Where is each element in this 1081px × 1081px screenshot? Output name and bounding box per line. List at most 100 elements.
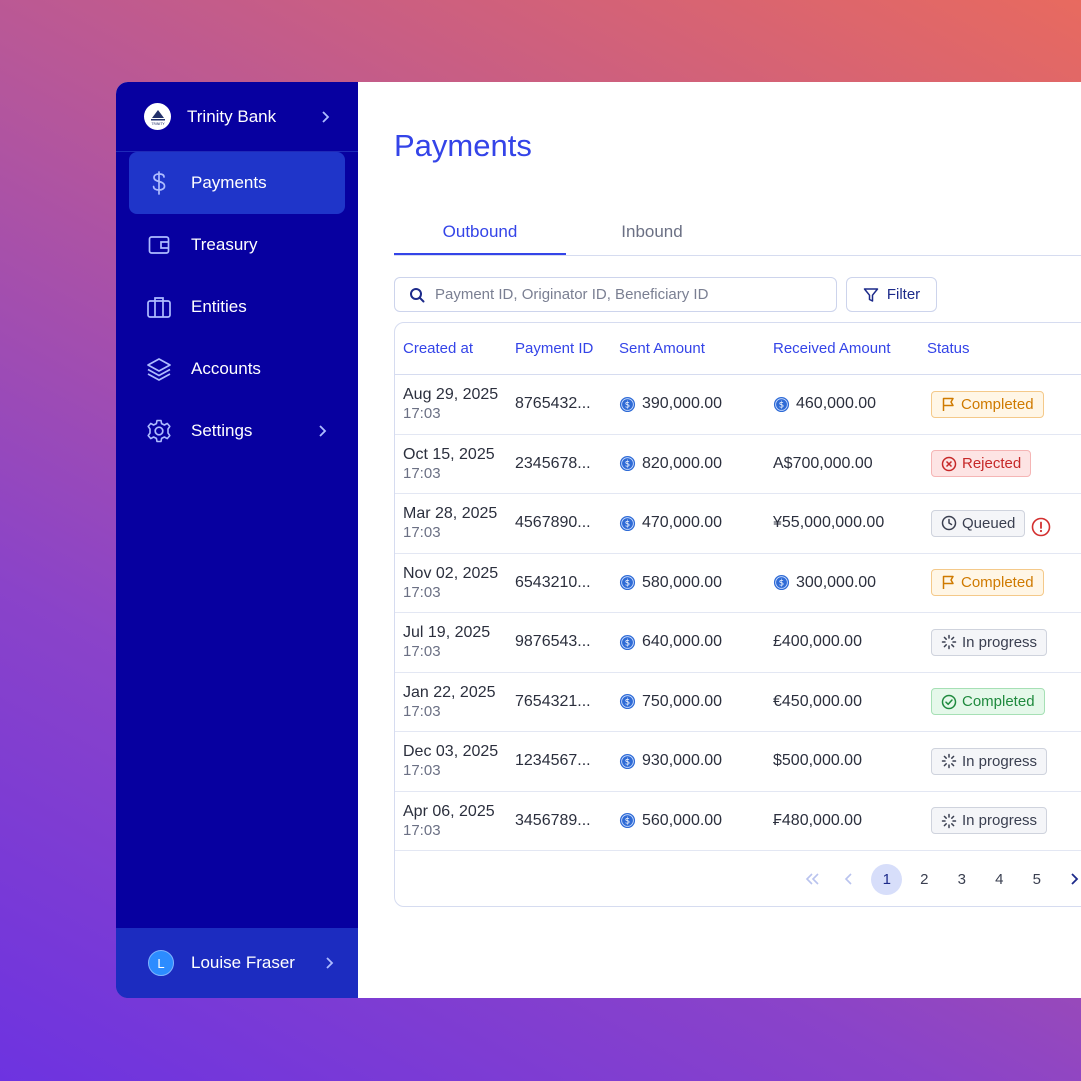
created-time: 17:03 (403, 702, 441, 720)
double-chevron-left-icon (805, 873, 819, 885)
payment-id: 8765432... (515, 395, 591, 413)
sidebar-item-payments[interactable]: Payments (129, 152, 345, 214)
status-label: In progress (962, 812, 1038, 830)
app-window: TRINITY Trinity Bank Payments Treasury E… (116, 82, 1081, 998)
status-badge: Completed (931, 569, 1044, 597)
status-label: Completed (961, 395, 1034, 413)
usdc-coin-icon: $ (773, 575, 790, 591)
status-label: Queued (962, 514, 1016, 532)
warning-icon[interactable] (1031, 517, 1051, 537)
status-label: In progress (962, 752, 1038, 770)
table-row[interactable]: Dec 03, 2025 17:03 1234567... $930,000.00… (395, 732, 1081, 792)
status-label: In progress (962, 633, 1038, 651)
created-date: Dec 03, 2025 (403, 743, 499, 761)
received-amount: 460,000.00 (796, 395, 877, 413)
svg-text:$: $ (625, 460, 630, 470)
created-date: Oct 15, 2025 (403, 445, 495, 463)
received-amount: €450,000.00 (773, 692, 862, 710)
sidebar-item-label: Accounts (191, 359, 261, 378)
search-input[interactable] (435, 286, 815, 303)
table-row[interactable]: Apr 06, 2025 17:03 3456789... $560,000.00… (395, 792, 1081, 851)
status-label: Completed (962, 693, 1035, 711)
page-title: Payments (394, 128, 532, 163)
created-date: Jan 22, 2025 (403, 683, 496, 701)
wallet-icon (145, 231, 173, 259)
page-2-button[interactable]: 2 (906, 863, 944, 895)
status-badge: Completed (931, 688, 1045, 716)
payment-id: 4567890... (515, 514, 591, 532)
svg-text:$: $ (625, 519, 630, 529)
svg-text:$: $ (625, 400, 630, 410)
usdc-coin-icon: $ (619, 575, 636, 591)
status-badge: In progress (931, 807, 1048, 835)
filter-icon (863, 287, 879, 302)
usdc-coin-icon: $ (619, 456, 636, 472)
received-amount: $500,000.00 (773, 752, 862, 770)
x-circle-icon (941, 456, 957, 471)
sent-amount: 820,000.00 (642, 454, 723, 472)
tab-outbound[interactable]: Outbound (394, 206, 566, 255)
svg-text:$: $ (779, 400, 784, 410)
user-menu[interactable]: L Louise Fraser (116, 928, 358, 998)
first-page-button[interactable] (793, 863, 831, 895)
spinner-icon (941, 635, 957, 650)
usdc-coin-icon: $ (773, 396, 790, 412)
table-row[interactable]: Oct 15, 2025 17:03 2345678... $820,000.00… (395, 435, 1081, 494)
prev-page-button[interactable] (831, 863, 869, 895)
page-4-button[interactable]: 4 (981, 863, 1019, 895)
search-icon (410, 287, 425, 302)
payment-id: 1234567... (515, 752, 591, 770)
status-badge: Rejected (931, 450, 1032, 478)
svg-text:$: $ (625, 817, 630, 827)
table-row[interactable]: Aug 29, 2025 17:03 8765432... $390,000.00… (395, 375, 1081, 435)
spinner-icon (941, 754, 957, 769)
col-status[interactable]: Status (927, 340, 1081, 357)
sent-amount: 470,000.00 (642, 514, 723, 532)
status-label: Rejected (962, 455, 1022, 473)
page-3-button[interactable]: 3 (943, 863, 981, 895)
svg-text:$: $ (625, 757, 630, 767)
table-row[interactable]: Jan 22, 2025 17:03 7654321... $750,000.00… (395, 673, 1081, 732)
org-switcher[interactable]: TRINITY Trinity Bank (116, 82, 358, 152)
col-received-amount[interactable]: Received Amount (773, 340, 927, 357)
page-5-button[interactable]: 5 (1018, 863, 1056, 895)
sidebar-item-entities[interactable]: Entities (129, 276, 345, 338)
created-time: 17:03 (403, 524, 441, 542)
sidebar-item-label: Settings (191, 421, 253, 440)
tab-inbound[interactable]: Inbound (566, 206, 738, 255)
search-box (394, 277, 837, 312)
received-amount: 300,000.00 (796, 573, 877, 591)
sidebar-item-treasury[interactable]: Treasury (129, 214, 345, 276)
table-row[interactable]: Jul 19, 2025 17:03 9876543... $640,000.00… (395, 613, 1081, 673)
status-badge: Completed (931, 390, 1044, 418)
user-name: Louise Fraser (191, 953, 295, 972)
sidebar-item-accounts[interactable]: Accounts (129, 338, 345, 400)
filter-button[interactable]: Filter (846, 277, 937, 312)
sent-amount: 560,000.00 (642, 811, 723, 829)
spinner-icon (941, 813, 957, 828)
table-row[interactable]: Nov 02, 2025 17:03 6543210... $580,000.00… (395, 554, 1081, 613)
gear-icon (145, 417, 173, 445)
received-amount: £400,000.00 (773, 633, 862, 651)
chevron-right-icon (326, 957, 334, 969)
received-amount: A$700,000.00 (773, 454, 873, 472)
sidebar-nav: Payments Treasury Entities Accounts Sett… (116, 152, 358, 462)
usdc-coin-icon: $ (619, 753, 636, 769)
received-amount: ₣480,000.00 (773, 811, 862, 829)
tabs: Outbound Inbound (394, 206, 1081, 256)
created-time: 17:03 (403, 643, 441, 661)
briefcase-icon (145, 293, 173, 321)
next-page-button[interactable] (1056, 863, 1081, 895)
table-header: Created at Payment ID Sent Amount Receiv… (395, 323, 1081, 375)
col-created-at[interactable]: Created at (395, 340, 515, 357)
usdc-coin-icon: $ (619, 515, 636, 531)
table-row[interactable]: Mar 28, 2025 17:03 4567890... $470,000.00… (395, 494, 1081, 554)
org-name: Trinity Bank (187, 106, 277, 126)
page-1-button[interactable]: 1 (868, 863, 906, 895)
col-payment-id[interactable]: Payment ID (515, 340, 619, 357)
clock-icon (941, 515, 957, 531)
sidebar-item-settings[interactable]: Settings (129, 400, 345, 462)
payment-id: 7654321... (515, 692, 591, 710)
col-sent-amount[interactable]: Sent Amount (619, 340, 773, 357)
sidebar: TRINITY Trinity Bank Payments Treasury E… (116, 82, 358, 998)
